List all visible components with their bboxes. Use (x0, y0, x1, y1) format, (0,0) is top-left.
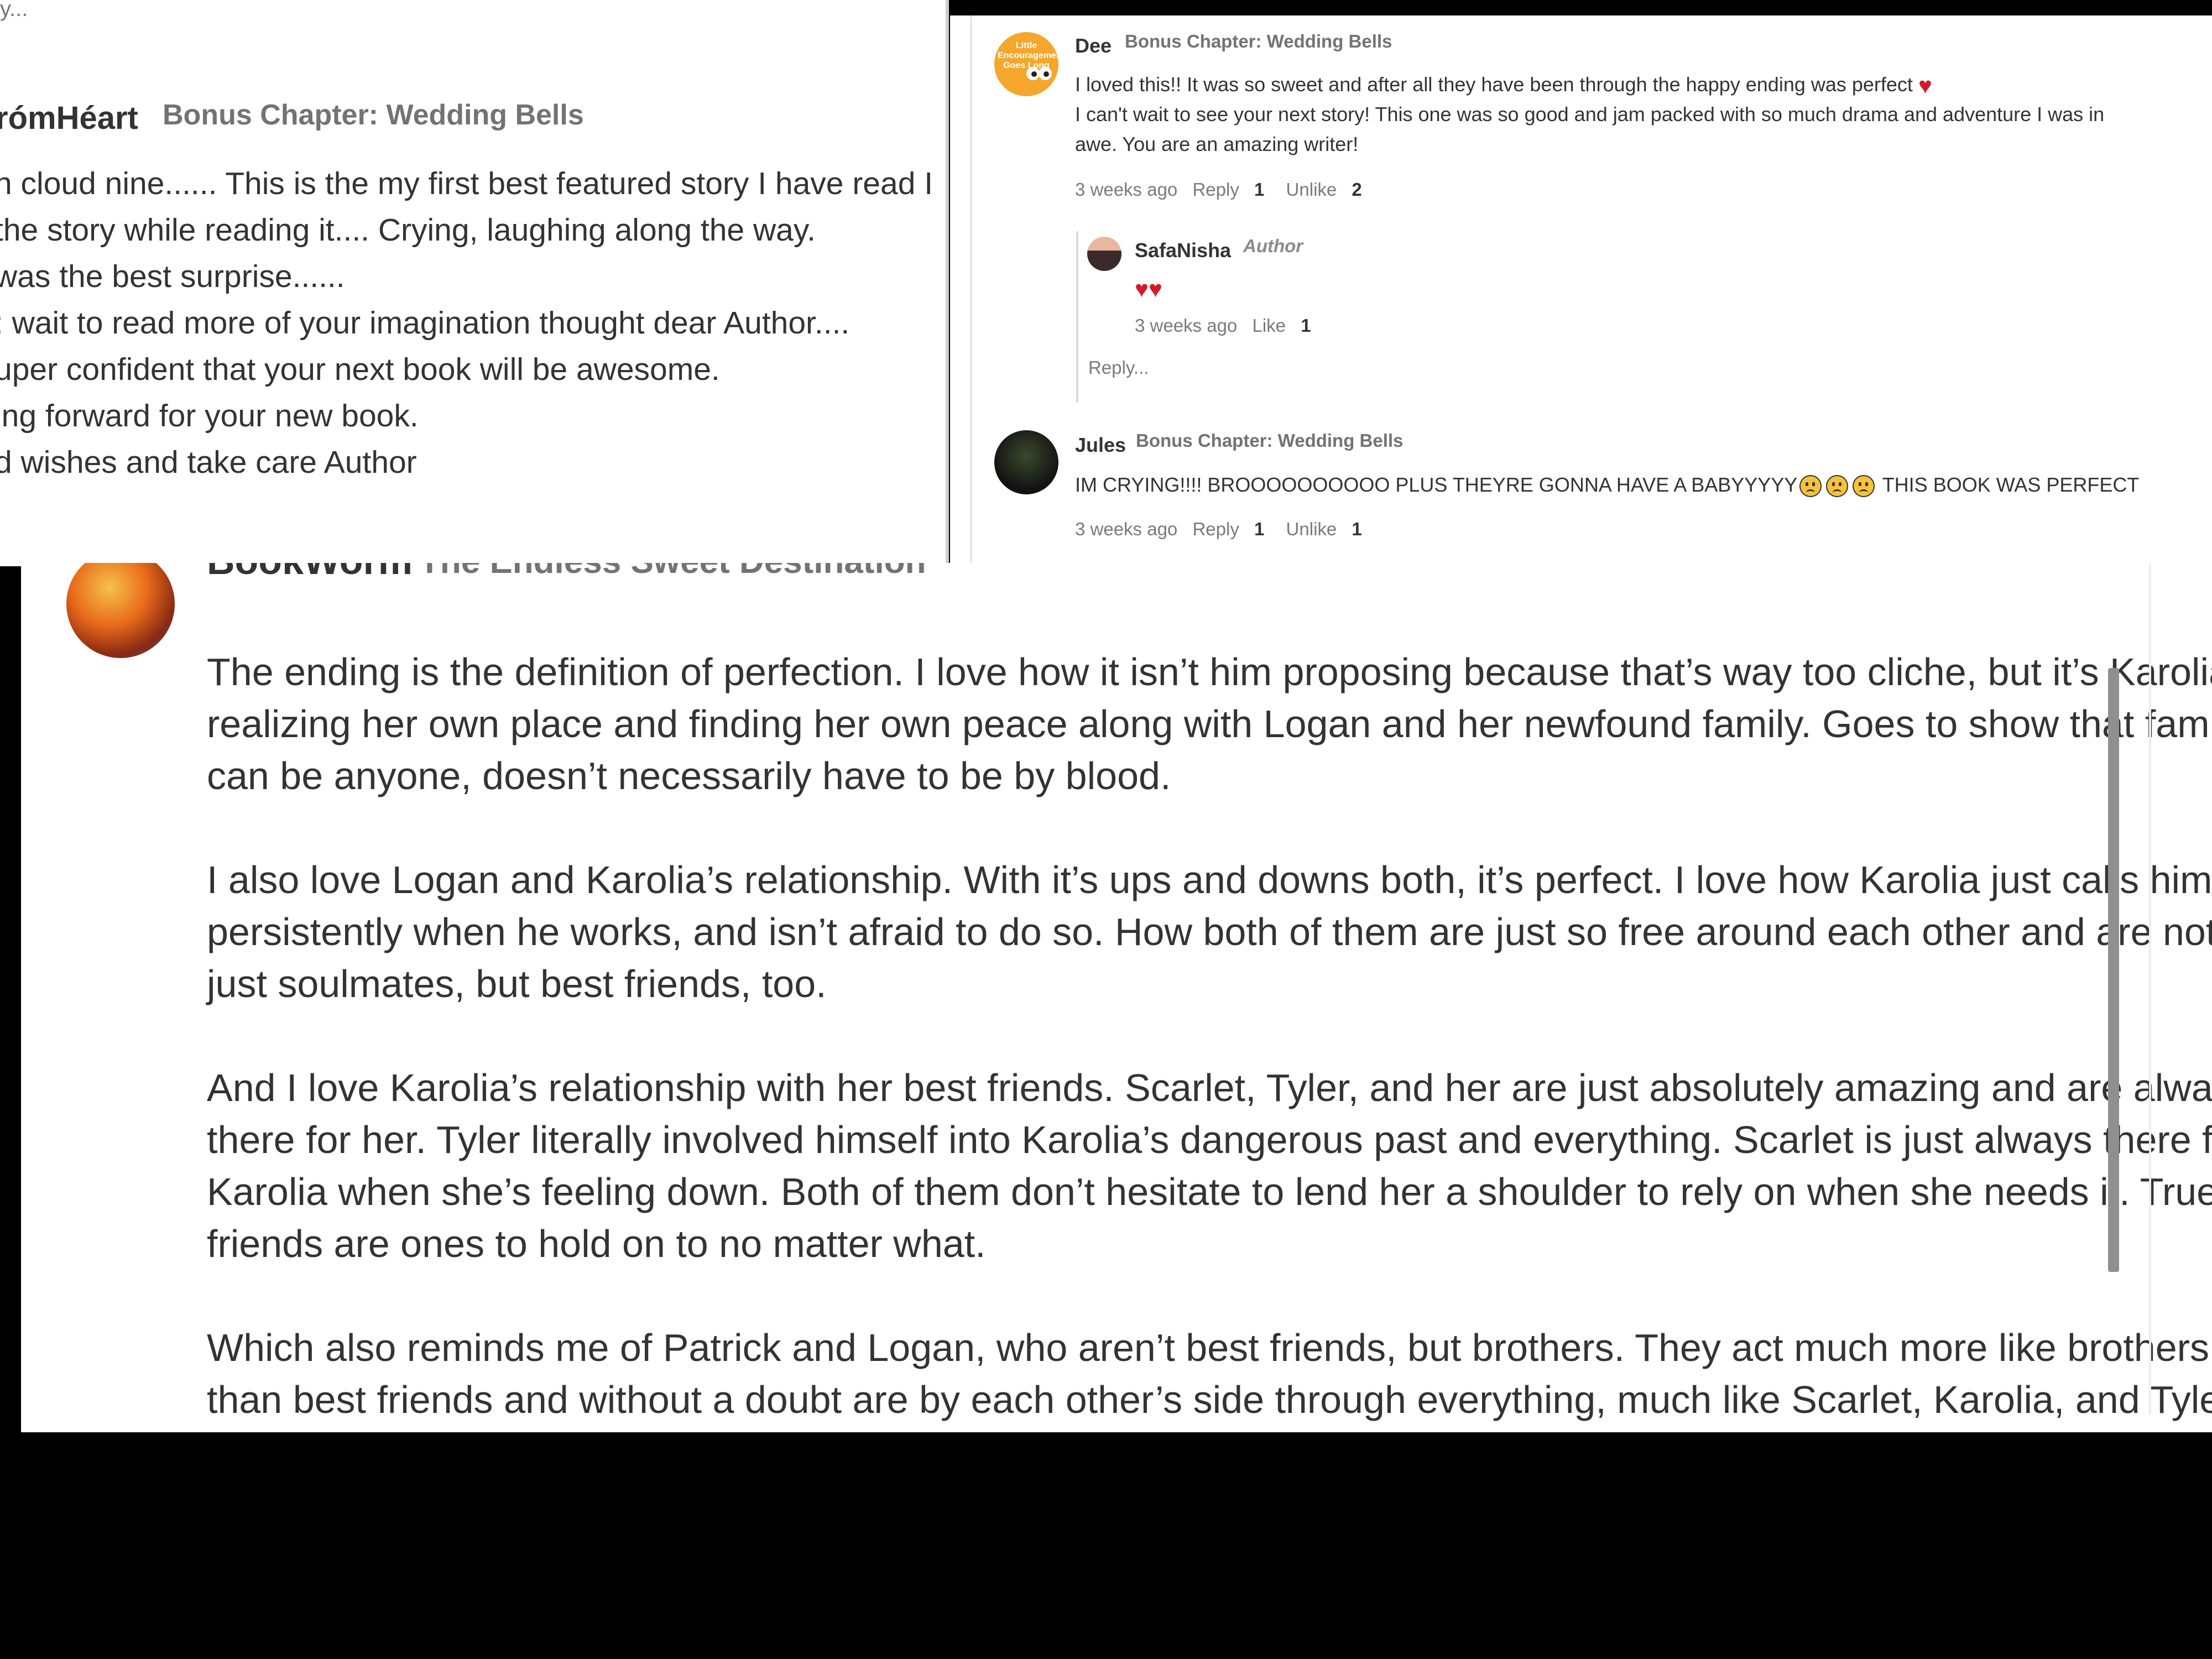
sad-face-icon (1853, 475, 1875, 498)
avatar[interactable] (994, 430, 1058, 494)
comment-paragraph: The ending is the definition of perfecti… (207, 646, 2212, 802)
comment-text: IM CRYING!!!! BROOOOOOOOOO PLUS THEYRE G… (1075, 473, 1798, 496)
comment-body: The ending is the definition of perfecti… (207, 646, 2212, 1432)
comment-chapter[interactable]: The Endless Sweet Destination (419, 563, 926, 581)
reply-author[interactable]: SafaNisha (1135, 239, 1231, 262)
eyes-icon (1026, 67, 1052, 80)
like-button[interactable]: Like (1252, 315, 1286, 336)
like-count: 1 (1301, 315, 1311, 336)
timestamp: 3 weeks ago (1075, 179, 1178, 200)
reply-input[interactable]: Reply... (1088, 357, 1149, 378)
comment-line: uper confident that your next book will … (0, 352, 720, 387)
avatar[interactable]: Little Encouragements Goes Long (994, 32, 1058, 96)
main-comment-panel: BookWorm The Endless Sweet Destination T… (21, 563, 2212, 1432)
comment-chapter[interactable]: Bonus Chapter: Wedding Bells (1136, 430, 1403, 451)
comment-line: I also love Logan and Karolia’s relation… (207, 858, 2212, 901)
comment-author[interactable]: Dee (1075, 34, 1112, 58)
reply-button[interactable]: Reply (1192, 179, 1239, 200)
left-comment-panel: y... rómHéart Bonus Chapter: Wedding Bel… (0, 0, 949, 566)
heart-icon: ♥♥ (1135, 276, 1162, 302)
comment-line: Karolia when she’s feeling down. Both of… (207, 1170, 2212, 1213)
heart-icon: ♥ (1918, 72, 1932, 99)
right-comment-panel: Little Encouragements Goes Long Dee Bonu… (950, 15, 2212, 563)
comment-author[interactable]: rómHéart (0, 100, 138, 137)
comment-meta: 3 weeks ago Reply 1 Unlike 1 (1075, 519, 1379, 540)
comment-line: than best friends and without a doubt ar… (207, 1378, 2212, 1421)
sad-face-icon (1826, 475, 1849, 498)
reply-meta: 3 weeks ago Like 1 (1135, 315, 1328, 336)
reply-count: 1 (1254, 179, 1265, 200)
comment-line: realizing her own place and finding her … (207, 702, 2212, 745)
comment-line: there for her. Tyler literally involved … (207, 1118, 2212, 1161)
comment-line: Which also reminds me of Patrick and Log… (207, 1326, 2209, 1369)
comment-line: The ending is the definition of perfecti… (207, 650, 2212, 693)
comment-body: n cloud nine...... This is the my first … (0, 160, 946, 486)
comment-author[interactable]: BookWorm (207, 563, 413, 583)
comment-line: : wait to read more of your imagination … (0, 305, 850, 341)
comment-line: just soulmates, but best friends, too. (207, 962, 827, 1005)
comment-meta: 3 weeks ago Reply 1 Unlike 2 (1075, 179, 1379, 200)
comment-text: I loved this!! It was so sweet and after… (1075, 73, 1913, 96)
avatar[interactable] (66, 563, 175, 658)
comment-line: awe. You are an amazing writer! (1075, 133, 1359, 155)
comment-line: d wishes and take care Author (0, 445, 417, 480)
comment-chapter[interactable]: Bonus Chapter: Wedding Bells (1125, 31, 1392, 52)
comment-paragraph: Which also reminds me of Patrick and Log… (207, 1322, 2212, 1426)
author-badge: Author (1243, 236, 1303, 256)
unlike-button[interactable]: Unlike (1286, 179, 1337, 200)
timestamp: 3 weeks ago (1135, 315, 1238, 336)
comment-line: IM CRYING!!!! BROOOOOOOOOO PLUS THEYRE G… (1075, 470, 2139, 500)
timestamp: 3 weeks ago (1075, 519, 1178, 539)
reply-count: 1 (1254, 519, 1265, 539)
truncated-text: y... (0, 0, 28, 21)
comment-line: And I love Karolia’s relationship with h… (207, 1066, 2212, 1109)
panel-divider (946, 0, 949, 566)
reply-thread-line (1076, 231, 1078, 403)
comment-line: ing forward for your new book. (0, 398, 419, 434)
avatar[interactable] (1087, 237, 1121, 271)
comment-paragraph: And I love Karolia’s relationship with h… (207, 1062, 2212, 1270)
comment-line: can be anyone, doesn’t necessarily have … (207, 754, 1171, 797)
scrollbar-thumb[interactable] (2108, 668, 2119, 1272)
comment-line: n cloud nine...... This is the my first … (0, 166, 933, 201)
panel-edge (2149, 563, 2151, 1415)
comment-line: the story while reading it.... Crying, l… (0, 212, 816, 248)
comment-line: persistently when he works, and isn’t af… (207, 910, 2212, 953)
sad-face-icon (1799, 475, 1822, 498)
comment-line: was the best surprise...... (0, 259, 345, 294)
comment-paragraph: I also love Logan and Karolia’s relation… (207, 854, 2212, 1010)
comment-text: THIS BOOK WAS PERFECT (1877, 473, 2140, 496)
comment-chapter[interactable]: Bonus Chapter: Wedding Bells (163, 98, 584, 132)
like-count: 1 (1352, 519, 1362, 539)
comment-line: friends are ones to hold on to no matter… (207, 1222, 986, 1265)
comment-line: I can't wait to see your next story! Thi… (1075, 103, 2105, 126)
like-count: 2 (1352, 179, 1362, 200)
thread-line (970, 15, 972, 563)
comment-author[interactable]: Jules (1075, 434, 1126, 457)
reply-text: ♥♥ (1135, 273, 1162, 303)
reply-button[interactable]: Reply (1192, 519, 1239, 539)
comment-line: I loved this!! It was so sweet and after… (1075, 70, 1932, 100)
unlike-button[interactable]: Unlike (1286, 519, 1337, 539)
